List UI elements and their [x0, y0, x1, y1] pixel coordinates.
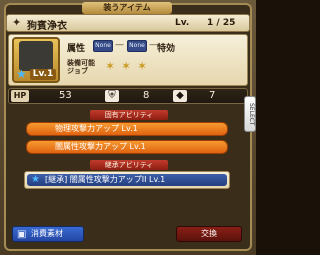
attribute-tag-1: None [93, 40, 113, 52]
stats-bar: HP 53 ⛨ 8 ◆ 7 [8, 88, 248, 104]
star-icon: ★ [16, 67, 27, 81]
item-card: ★ Lv.1 属性 None — None — 特効 装備可能 ジョブ ✶ ✶ … [8, 34, 248, 86]
job-label: 装備可能 ジョブ [67, 59, 95, 75]
level-value: 1 / 25 [207, 18, 236, 28]
inherit-ability-item[interactable]: ★ [継承] 闇属性攻撃力アップII Lv.1 [27, 174, 227, 186]
exchange-button[interactable]: 交換 [176, 226, 242, 242]
attribute-tag-2: None [127, 40, 147, 52]
job-icon-1: ✶ [105, 59, 116, 73]
consume-materials-label: 消費素材 [31, 229, 63, 238]
attribute-label: 属性 [67, 44, 86, 54]
job-label-line1: 装備可能 [67, 59, 95, 67]
ability-item-2[interactable]: 闇属性攻撃力アップ Lv.1 [26, 140, 228, 154]
item-name: 狗賓浄衣 [27, 21, 67, 32]
level-label: Lv. [175, 18, 190, 28]
special-effect-label: 特効 [157, 44, 176, 54]
separator-dash: — [115, 40, 124, 50]
fixed-ability-title: 固有アビリティ [90, 110, 168, 120]
star-icon: ★ [31, 174, 40, 185]
job-label-line2: ジョブ [67, 67, 88, 75]
hp-label: HP [11, 90, 29, 102]
shield-icon: ⛨ [105, 90, 119, 102]
materials-icon: ▣ [17, 229, 27, 240]
dialog-frame: 装うアイテム ✦ 狗賓浄衣 Lv. 1 / 25 ★ Lv.1 属性 None … [0, 0, 256, 255]
item-portrait[interactable]: ★ Lv.1 [12, 37, 60, 83]
other-stat-value: 7 [209, 90, 216, 101]
defense-value: 8 [143, 90, 150, 101]
consume-materials-button[interactable]: ▣ 消費素材 [12, 226, 84, 242]
inherit-ability-box: ★ [継承] 闇属性攻撃力アップII Lv.1 [24, 171, 230, 189]
diamond-icon: ◆ [173, 90, 187, 102]
job-icon-2: ✶ [121, 59, 132, 73]
rabbit-icon: ✦ [12, 16, 22, 29]
ability-item-1[interactable]: 物理攻撃力アップ Lv.1 [26, 122, 228, 136]
item-level-badge: Lv.1 [30, 69, 56, 80]
hp-value: 53 [59, 90, 72, 101]
select-tab[interactable]: SELECT [244, 96, 256, 132]
inherit-ability-text: [継承] 闇属性攻撃力アップII Lv.1 [45, 175, 166, 184]
inherit-ability-title: 継承アビリティ [90, 160, 168, 170]
header-ribbon: 装うアイテム [82, 2, 172, 14]
item-titlebar: ✦ 狗賓浄衣 Lv. 1 / 25 [6, 14, 250, 32]
job-icon-3: ✶ [137, 59, 148, 73]
